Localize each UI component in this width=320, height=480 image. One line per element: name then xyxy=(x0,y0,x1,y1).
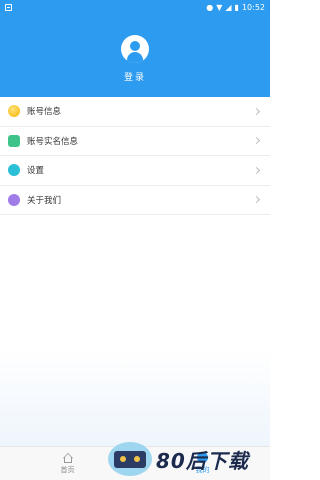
notification-app-icon xyxy=(5,3,12,11)
user-head-icon xyxy=(130,41,140,51)
cassette-logo-icon xyxy=(108,442,152,476)
settings-icon xyxy=(8,164,20,177)
menu-item-account-info[interactable]: 账号信息 xyxy=(0,97,270,127)
background-gradient xyxy=(0,350,270,446)
location-icon: ● xyxy=(206,2,214,12)
id-card-icon xyxy=(8,134,20,147)
smile-icon xyxy=(8,193,20,206)
chevron-right-icon xyxy=(252,137,261,145)
settings-menu: 账号信息 账号实名信息 设置 关于我们 xyxy=(0,97,270,215)
login-link[interactable]: 登录 xyxy=(0,70,270,83)
battery-icon: ▮ xyxy=(234,2,239,12)
profile-header: 登录 xyxy=(0,14,270,97)
menu-item-label: 账号实名信息 xyxy=(27,136,79,147)
coin-icon xyxy=(8,105,20,118)
menu-item-label: 设置 xyxy=(27,166,45,177)
chevron-right-icon xyxy=(252,107,261,115)
user-body-icon xyxy=(127,52,143,63)
menu-item-about[interactable]: 关于我们 xyxy=(0,185,270,215)
wifi-icon: ▼ xyxy=(216,2,223,12)
watermark: 80后下载 xyxy=(108,440,268,478)
menu-item-label: 关于我们 xyxy=(27,195,62,206)
chevron-right-icon xyxy=(252,166,261,174)
chevron-right-icon xyxy=(252,196,261,204)
watermark-text: 80后下载 xyxy=(156,448,249,473)
menu-item-realname-info[interactable]: 账号实名信息 xyxy=(0,126,270,156)
avatar[interactable] xyxy=(121,35,149,63)
status-time: 10:52 xyxy=(241,2,265,12)
signal-icon: ◢ xyxy=(225,2,232,12)
menu-item-label: 账号信息 xyxy=(27,107,62,118)
status-bar: ● ▼ ◢ ▮ 10:52 xyxy=(0,0,270,14)
tab-label: 首页 xyxy=(60,465,75,474)
home-icon xyxy=(62,452,74,463)
menu-item-settings[interactable]: 设置 xyxy=(0,156,270,186)
